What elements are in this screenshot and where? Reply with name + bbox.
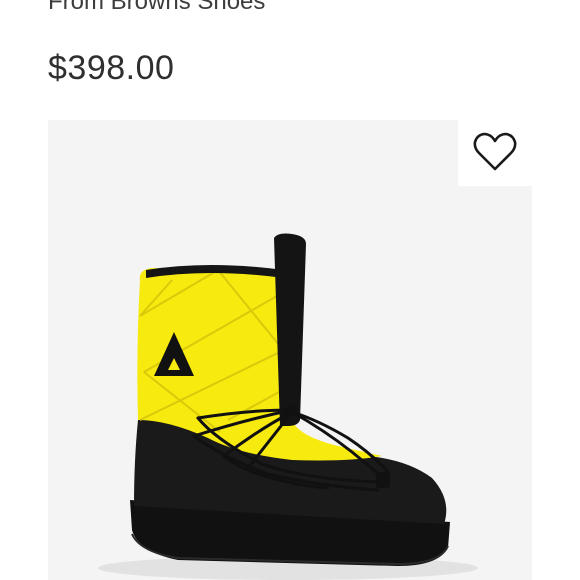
boot-illustration bbox=[98, 233, 478, 580]
price-label: $398.00 bbox=[48, 49, 175, 87]
favorite-button[interactable] bbox=[458, 118, 532, 186]
heart-outline-icon bbox=[473, 132, 517, 171]
seller-line[interactable]: From Browns Shoes bbox=[48, 0, 265, 16]
listing-page: From Browns Shoes $398.00 bbox=[0, 0, 580, 580]
product-image[interactable] bbox=[48, 120, 532, 580]
